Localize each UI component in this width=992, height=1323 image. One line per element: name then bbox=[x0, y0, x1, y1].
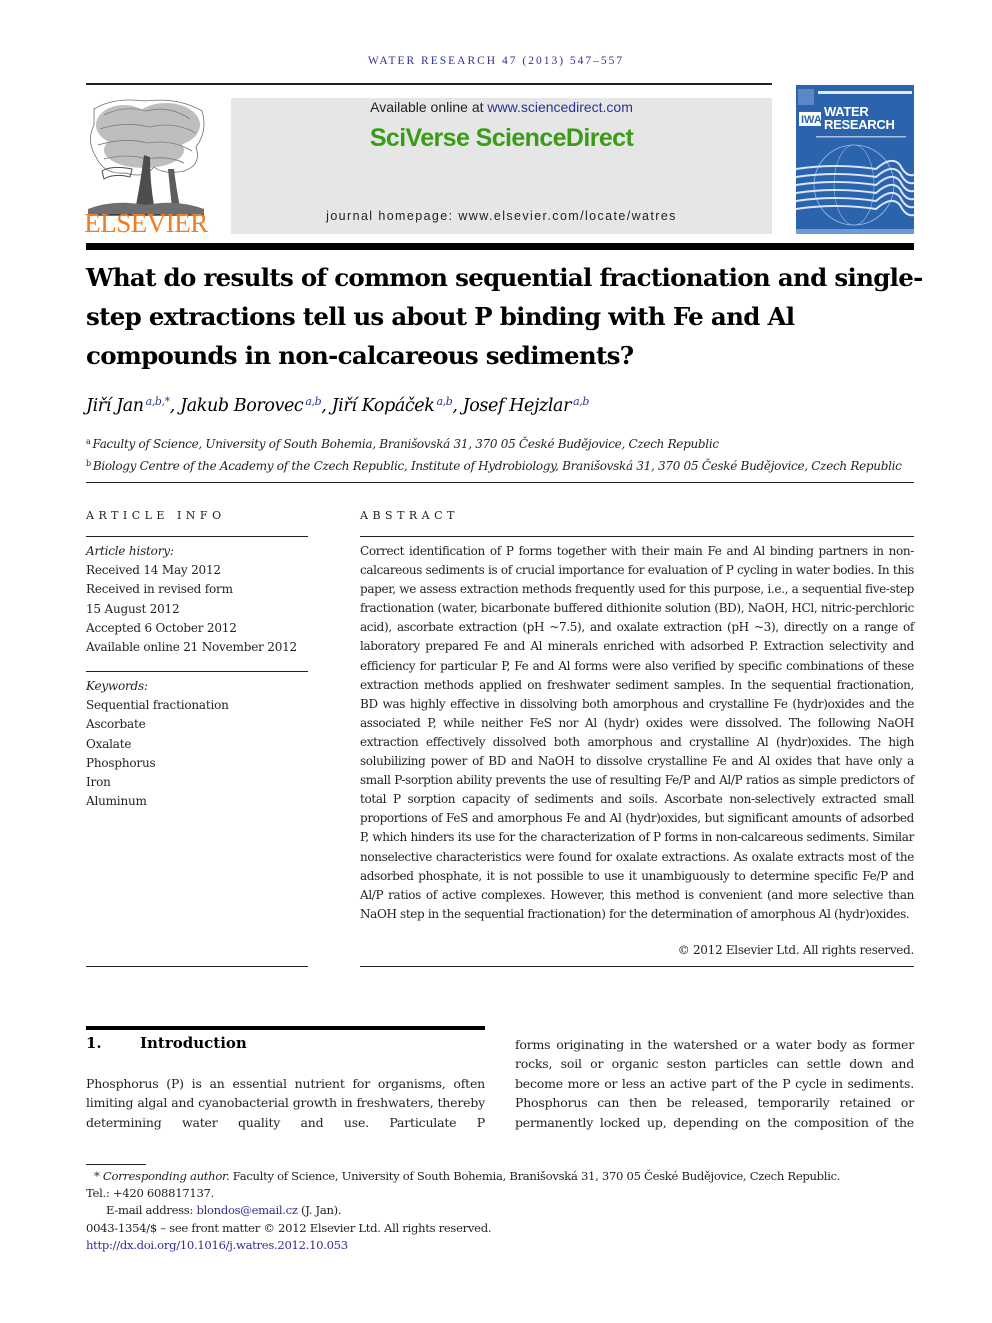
header-rule bbox=[86, 83, 772, 85]
keyword-item: Iron bbox=[86, 775, 111, 790]
footnote-rule bbox=[86, 1164, 146, 1165]
sciencedirect-banner: Available online at www.sciencedirect.co… bbox=[231, 98, 772, 234]
email-link[interactable]: blondos@email.cz bbox=[196, 1203, 298, 1217]
keywords-label: Keywords: bbox=[86, 679, 148, 693]
article-history-label: Article history: bbox=[86, 544, 174, 558]
abstract-heading: ABSTRACT bbox=[360, 509, 459, 522]
abstract-body: Correct identification of P forms togeth… bbox=[360, 544, 914, 921]
affiliation-item: b Biology Centre of the Academy of the Cz… bbox=[86, 454, 926, 476]
doi-link[interactable]: http://dx.doi.org/10.1016/j.watres.2012.… bbox=[86, 1238, 348, 1252]
keywords-rule bbox=[86, 671, 308, 672]
available-online-prefix: Available online at bbox=[370, 99, 488, 115]
keyword-item: Aluminum bbox=[86, 794, 147, 809]
introduction-rule bbox=[86, 1026, 485, 1030]
telephone: Tel.: +420 608817137. bbox=[86, 1186, 214, 1201]
affiliation-item: a Faculty of Science, University of South… bbox=[86, 432, 926, 454]
keywords: Keywords: Sequential fractionation Ascor… bbox=[86, 677, 311, 811]
affiliation-text: Biology Centre of the Academy of the Cze… bbox=[92, 459, 902, 473]
intro-paragraph: Phosphorus (P) is an essential nutrient … bbox=[86, 1076, 485, 1130]
elsevier-wordmark: ELSEVIER bbox=[84, 208, 208, 238]
keyword-item: Ascorbate bbox=[86, 717, 146, 732]
keyword-item: Sequential fractionation bbox=[86, 698, 229, 713]
abstract-end-rule bbox=[360, 966, 914, 967]
article-history: Article history: Received 14 May 2012 Re… bbox=[86, 542, 311, 657]
affiliation-key: b bbox=[86, 459, 91, 468]
abstract-rule bbox=[360, 536, 914, 537]
history-item: Received in revised form bbox=[86, 582, 233, 597]
author-name[interactable]: Josef Hejzlar bbox=[463, 396, 572, 416]
section-divider bbox=[86, 482, 914, 483]
running-head: WATER RESEARCH 47 (2013) 547–557 bbox=[367, 55, 625, 67]
email-suffix: (J. Jan). bbox=[297, 1203, 342, 1218]
cover-title-line2: RESEARCH bbox=[824, 117, 895, 132]
sciencedirect-link[interactable]: www.sciencedirect.com bbox=[487, 99, 633, 115]
section-number: 1. bbox=[86, 1034, 102, 1052]
article-info-rule bbox=[86, 536, 308, 537]
corresponding-author-note: * Corresponding author. Faculty of Scien… bbox=[86, 1168, 916, 1185]
sciverse-sciencedirect-title: SciVerse ScienceDirect bbox=[369, 124, 634, 152]
keyword-item: Oxalate bbox=[86, 736, 132, 751]
email-label: E-mail address: bbox=[106, 1203, 197, 1218]
footnote-star: * bbox=[94, 1169, 100, 1183]
author-affiliation-marker[interactable]: a,b bbox=[573, 395, 589, 408]
corresponding-author-label: Corresponding author. bbox=[102, 1169, 230, 1183]
article-title: What do results of common sequential fra… bbox=[86, 263, 923, 370]
history-item: Received 14 May 2012 bbox=[86, 563, 221, 578]
article-info-heading: ARTICLE INFO bbox=[86, 509, 226, 522]
affiliation-key: a bbox=[86, 437, 91, 446]
introduction-heading: 1. Introduction bbox=[86, 1034, 247, 1052]
keyword-item: Phosphorus bbox=[86, 755, 156, 770]
corresponding-author-address: Faculty of Science, University of South … bbox=[229, 1169, 841, 1183]
history-item: Available online 21 November 2012 bbox=[86, 640, 297, 655]
article-info-end-rule bbox=[86, 966, 308, 967]
author-affiliation-marker[interactable]: a,b,* bbox=[146, 395, 170, 408]
section-title: Introduction bbox=[140, 1034, 247, 1052]
author-name[interactable]: Jiří Jan bbox=[86, 396, 144, 416]
affiliations: a Faculty of Science, University of South… bbox=[86, 432, 926, 476]
body-column-left: Phosphorus (P) is an essential nutrient … bbox=[86, 1074, 485, 1132]
body-column-right: forms originating in the watershed or a … bbox=[515, 1035, 914, 1132]
cover-title: WATER RESEARCH bbox=[824, 105, 895, 131]
header-thick-rule bbox=[86, 243, 914, 250]
author-affiliation-marker[interactable]: a,b bbox=[305, 395, 321, 408]
journal-homepage-link[interactable]: journal homepage: www.elsevier.com/locat… bbox=[231, 209, 772, 223]
email-line: E-mail address: blondos@email.cz (J. Jan… bbox=[86, 1202, 916, 1219]
author-name[interactable]: Jakub Borovec bbox=[180, 396, 304, 416]
author-list: Jiří Jan a,b,*, Jakub Borovec a,b, Jiří Ko… bbox=[86, 395, 589, 416]
abstract-copyright: © 2012 Elsevier Ltd. All rights reserved… bbox=[677, 943, 915, 957]
journal-cover-thumbnail: IWA WATER RESEARCH bbox=[796, 85, 914, 234]
available-online-line: Available online at www.sciencedirect.co… bbox=[231, 99, 772, 115]
issn-line: 0043-1354/$ – see front matter © 2012 El… bbox=[86, 1220, 492, 1235]
affiliation-text: Faculty of Science, University of South … bbox=[92, 437, 719, 451]
intro-paragraph-continued: forms originating in the watershed or a … bbox=[515, 1037, 914, 1130]
author-affiliation-marker[interactable]: a,b bbox=[436, 395, 452, 408]
history-item: Accepted 6 October 2012 bbox=[86, 620, 237, 635]
footnotes: * Corresponding author. Faculty of Scien… bbox=[86, 1168, 916, 1254]
history-item: 15 August 2012 bbox=[86, 601, 180, 616]
author-name[interactable]: Jiří Kopáček bbox=[332, 396, 435, 416]
iwa-logo-icon: IWA bbox=[801, 114, 822, 126]
